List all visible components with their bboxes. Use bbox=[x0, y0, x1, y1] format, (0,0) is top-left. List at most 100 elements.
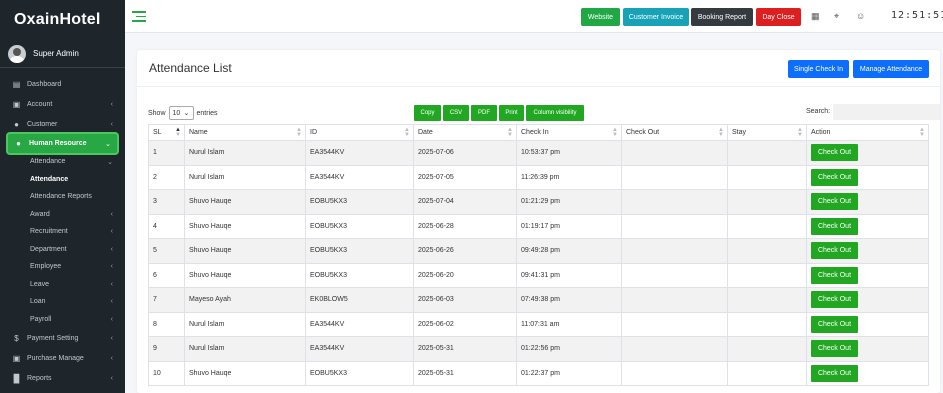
sidebar-subitem-attendance-reports[interactable]: Attendance Reports bbox=[0, 188, 125, 206]
table-cell bbox=[727, 164, 807, 190]
table-cell: 2025-07-04 bbox=[413, 189, 517, 215]
entries-select[interactable]: 10 ⌄ bbox=[168, 106, 194, 120]
day-close-button[interactable]: Day Close bbox=[756, 8, 801, 26]
check-out-button[interactable]: Check Out bbox=[811, 364, 858, 382]
column-header[interactable]: Check In ▲ ▼ bbox=[516, 124, 622, 141]
single-check-in-button[interactable]: Single Check In bbox=[788, 60, 849, 78]
table-cell: Shuvo Hauqe bbox=[184, 189, 306, 215]
search-input[interactable] bbox=[833, 104, 940, 120]
dollar-icon: $ bbox=[14, 333, 19, 343]
column-header[interactable]: ID ▲ ▼ bbox=[305, 124, 414, 141]
pdf-button[interactable]: PDF bbox=[471, 105, 497, 121]
chevron-down-icon: ⌄ bbox=[107, 158, 113, 166]
sidebar-subitem-loan[interactable]: Loan ‹ bbox=[0, 293, 125, 311]
table-row: 2 Nurul Islam EA3544KV 2025-07-05 11:26:39 p… bbox=[148, 164, 929, 190]
cart-icon: ▣ bbox=[12, 353, 21, 363]
website-button[interactable]: Website bbox=[581, 8, 620, 26]
sidebar-subitem-leave[interactable]: Leave ‹ bbox=[0, 276, 125, 294]
check-out-button[interactable]: Check Out bbox=[811, 242, 858, 260]
column-header[interactable]: Stay ▲ ▼ bbox=[727, 124, 807, 141]
sidebar-item-reports[interactable]: █ Reports ‹ bbox=[0, 368, 125, 388]
user-panel[interactable]: Super Admin bbox=[0, 40, 125, 68]
table-cell: 4 bbox=[148, 213, 185, 239]
action-cell: Check Out bbox=[806, 189, 929, 215]
table-cell bbox=[621, 336, 728, 362]
csv-button[interactable]: CSV bbox=[443, 105, 469, 121]
brand-logo[interactable]: OxainHotel bbox=[0, 0, 125, 40]
table-cell: 01:22:37 pm bbox=[516, 360, 622, 386]
sidebar-subitem-employee[interactable]: Employee ‹ bbox=[0, 258, 125, 276]
table-cell bbox=[727, 336, 807, 362]
table-cell bbox=[727, 262, 807, 288]
table-cell: 01:19:17 pm bbox=[516, 213, 622, 239]
check-out-button[interactable]: Check Out bbox=[811, 340, 858, 358]
sort-icon: ▲ ▼ bbox=[404, 127, 410, 138]
crosshair-icon[interactable]: ⌖ bbox=[834, 11, 839, 22]
check-out-button[interactable]: Check Out bbox=[811, 193, 858, 211]
table-cell: 2025-06-26 bbox=[413, 238, 517, 264]
sort-icon: ▲ ▼ bbox=[797, 127, 803, 138]
column-header[interactable]: SL ▲ ▼ bbox=[148, 124, 185, 141]
logo-text: OxainHotel bbox=[14, 11, 101, 28]
column-header[interactable]: Name ▲ ▼ bbox=[184, 124, 306, 141]
table-cell bbox=[727, 189, 807, 215]
table-row: 3 Shuvo Hauqe EOBU5KX3 2025-07-04 01:21:29 p… bbox=[148, 189, 929, 215]
table-cell: EOBU5KX3 bbox=[305, 238, 414, 264]
sidebar-subitem-award[interactable]: Award ‹ bbox=[0, 206, 125, 224]
copy-button[interactable]: Copy bbox=[414, 105, 441, 121]
sidebar-subitem-recruitment[interactable]: Recruitment ‹ bbox=[0, 223, 125, 241]
topbar: Website Customer Invoice Booking Report … bbox=[125, 0, 943, 33]
table-row: 10 Shuvo Hauqe EOBU5KX3 2025-05-31 01:22:37 … bbox=[148, 360, 929, 386]
sort-icon: ▲ ▼ bbox=[919, 127, 925, 138]
sidebar: OxainHotel Super Admin ▤ Dashboard ▣ Accou… bbox=[0, 0, 125, 393]
check-out-button[interactable]: Check Out bbox=[811, 266, 858, 284]
sort-icon: ▲ ▼ bbox=[507, 127, 513, 138]
chevron-left-icon: ‹ bbox=[110, 315, 113, 323]
menu-toggle-icon[interactable] bbox=[132, 11, 146, 25]
table-cell: EA3544KV bbox=[305, 336, 414, 362]
table-cell: 09:49:28 pm bbox=[516, 238, 622, 264]
sidebar-subitem-department[interactable]: Department ‹ bbox=[0, 241, 125, 259]
manage-attendance-button[interactable]: Manage Attendance bbox=[853, 60, 929, 78]
search-label: Search: bbox=[806, 108, 831, 115]
sidebar-item-customer[interactable]: ● Customer ‹ bbox=[0, 114, 125, 134]
customer-invoice-button[interactable]: Customer Invoice bbox=[623, 8, 689, 26]
table-cell: Nurul Islam bbox=[184, 140, 306, 166]
booking-report-button[interactable]: Booking Report bbox=[691, 8, 753, 26]
action-cell: Check Out bbox=[806, 238, 929, 264]
action-cell: Check Out bbox=[806, 287, 929, 313]
check-out-button[interactable]: Check Out bbox=[811, 144, 858, 162]
sidebar-item-dashboard[interactable]: ▤ Dashboard bbox=[0, 74, 125, 94]
sidebar-item-human-resource[interactable]: ● Human Resource ⌄ bbox=[8, 134, 117, 153]
add-user-icon[interactable]: ☺ bbox=[856, 11, 865, 21]
table-cell bbox=[621, 262, 728, 288]
table-cell: EK0BLOW5 bbox=[305, 287, 414, 313]
sidebar-item-payment-setting[interactable]: $ Payment Setting ‹ bbox=[0, 328, 125, 348]
column-visibility-button[interactable]: Column visibility bbox=[526, 105, 584, 121]
check-out-button[interactable]: Check Out bbox=[811, 315, 858, 333]
table-cell: Shuvo Hauqe bbox=[184, 360, 306, 386]
table-cell: 09:41:31 pm bbox=[516, 262, 622, 288]
column-header[interactable]: Check Out ▲ ▼ bbox=[621, 124, 728, 141]
check-out-button[interactable]: Check Out bbox=[811, 168, 858, 186]
sidebar-item-purchase-manage[interactable]: ▣ Purchase Manage ‹ bbox=[0, 348, 125, 368]
table-cell bbox=[727, 311, 807, 337]
sidebar-subitem-payroll[interactable]: Payroll ‹ bbox=[0, 311, 125, 329]
sidebar-subitem-attendance-list[interactable]: Attendance bbox=[0, 171, 125, 189]
table-cell: 2025-06-28 bbox=[413, 213, 517, 239]
check-out-button[interactable]: Check Out bbox=[811, 291, 858, 309]
check-out-button[interactable]: Check Out bbox=[811, 217, 858, 235]
table-cell: 2025-05-31 bbox=[413, 336, 517, 362]
action-cell: Check Out bbox=[806, 360, 929, 386]
column-header[interactable]: Date ▲ ▼ bbox=[413, 124, 517, 141]
table-header-row: SL ▲ ▼ Name ▲ ▼ ID ▲ ▼ Date ▲ ▼ Check In ▲ ▼ Check Out ▲… bbox=[148, 124, 929, 141]
table-cell: 2025-06-20 bbox=[413, 262, 517, 288]
table-cell: Nurul Islam bbox=[184, 164, 306, 190]
print-button[interactable]: Print bbox=[499, 105, 524, 121]
sidebar-item-account[interactable]: ▣ Account ‹ bbox=[0, 94, 125, 114]
grid-icon[interactable]: ▦ bbox=[811, 11, 820, 22]
table-cell: Shuvo Hauqe bbox=[184, 213, 306, 239]
sidebar-subitem-attendance[interactable]: Attendance ⌄ bbox=[0, 153, 125, 171]
column-header[interactable]: Action ▲ ▼ bbox=[806, 124, 929, 141]
table-cell: 2 bbox=[148, 164, 185, 190]
